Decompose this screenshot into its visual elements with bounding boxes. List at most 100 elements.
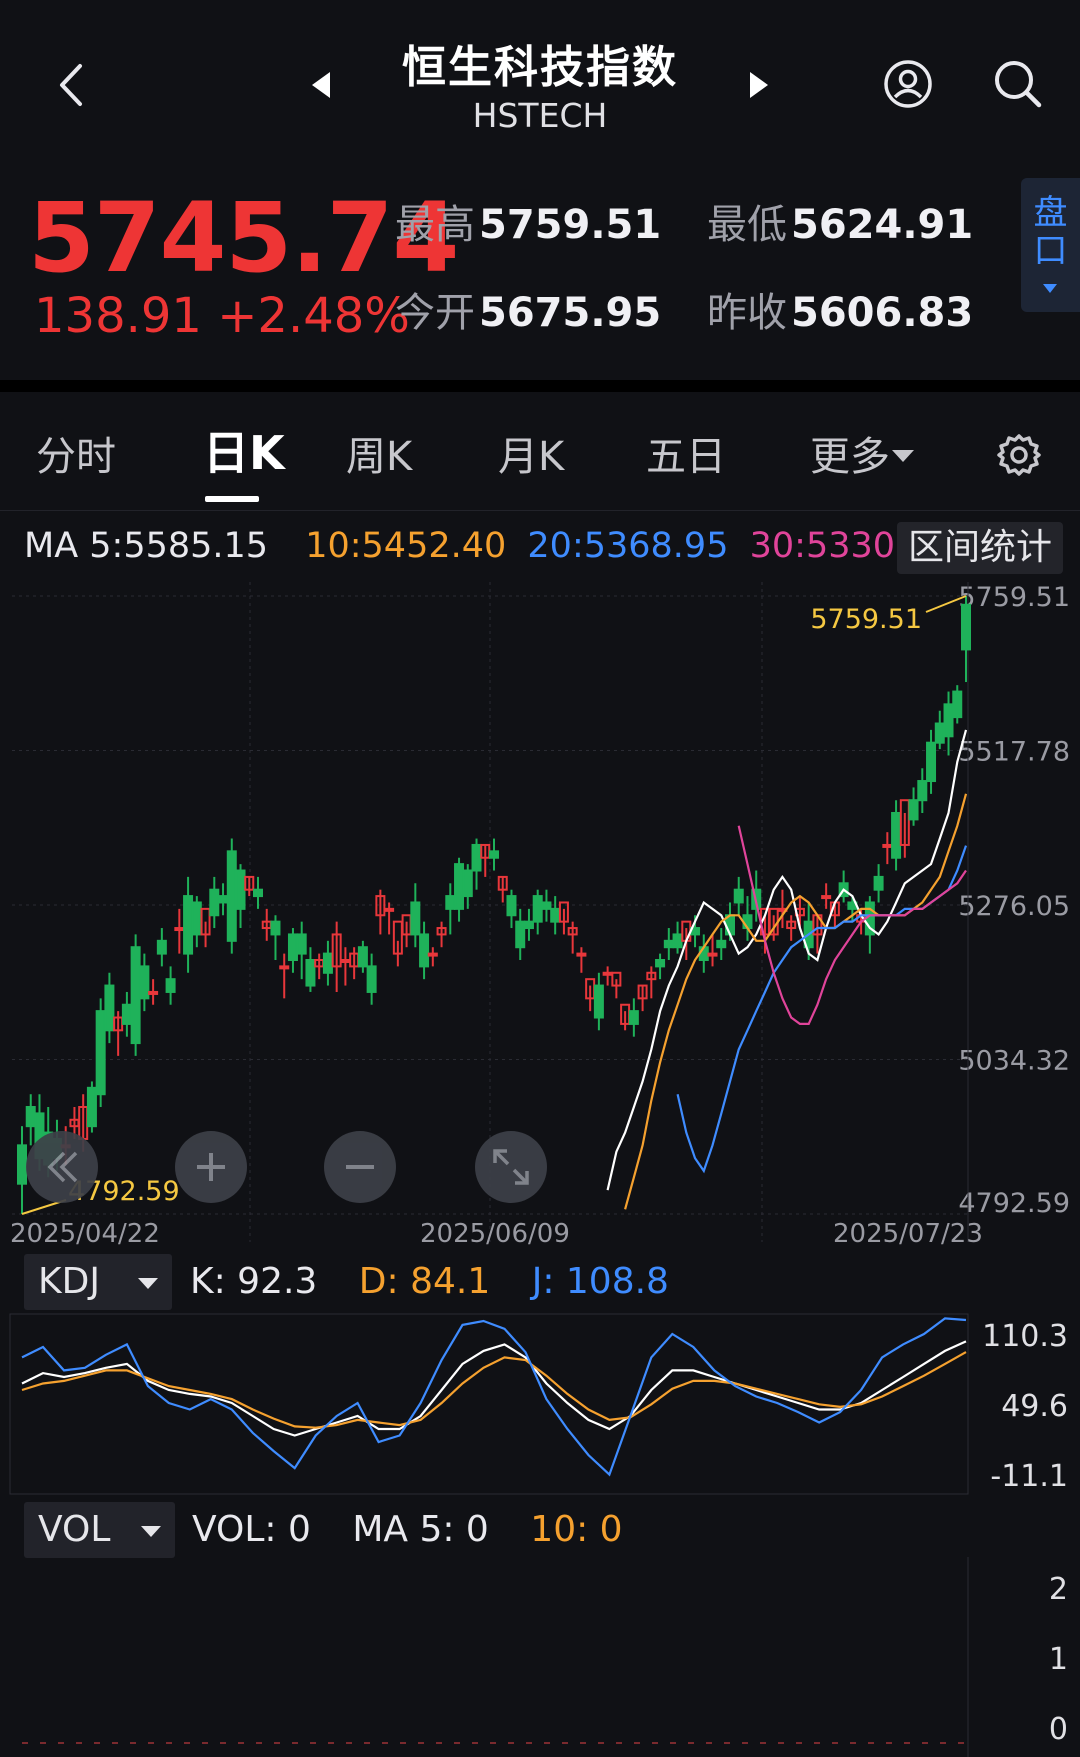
candle-body: [357, 946, 368, 968]
candle-body: [156, 939, 167, 955]
candle-body: [943, 703, 954, 738]
order-book-label-2: 口: [1033, 231, 1068, 271]
vol-ma5-value: MA 5: 0: [352, 1509, 489, 1550]
vol-y-tick: 2: [1049, 1572, 1068, 1607]
back-arrow-icon[interactable]: [52, 60, 92, 110]
fullscreen-button[interactable]: [475, 1131, 547, 1203]
kdj-indicator-selector[interactable]: KDJ: [24, 1254, 172, 1310]
candle-body: [471, 843, 482, 872]
low-stat: 最低 5624.91: [707, 200, 973, 250]
price-change: 138.91 +2.48%: [34, 288, 410, 344]
candle-body: [716, 939, 727, 949]
order-book-label-1: 盘: [1033, 193, 1068, 233]
kdj-chart[interactable]: 110.3 49.6 -11.1: [0, 1310, 1080, 1495]
tab-monthly-k[interactable]: 月K: [498, 432, 564, 482]
x-date-label: 2025/06/09: [420, 1219, 570, 1249]
candle-body: [515, 920, 526, 949]
candle-body: [427, 952, 438, 957]
candle-body: [384, 907, 395, 912]
caret-down-icon: [892, 450, 914, 462]
kdj-line-d: [21, 1351, 967, 1429]
candle-body: [419, 933, 430, 968]
y-tick-label: 5517.78: [958, 737, 1070, 768]
ma10-value: 10:5452.40: [305, 526, 507, 566]
high-stat: 最高 5759.51: [395, 200, 661, 250]
candle-body: [340, 958, 351, 963]
section-divider: [0, 380, 1080, 392]
vol-values: VOL: 0 MA 5: 0 10: 0: [192, 1502, 653, 1558]
zoom-in-button[interactable]: [175, 1131, 247, 1203]
candle-body: [104, 984, 115, 1032]
candle-body: [226, 850, 237, 942]
order-book-toggle[interactable]: 盘 口: [1021, 178, 1080, 312]
plus-icon: [197, 1153, 225, 1181]
tab-five-day[interactable]: 五日: [646, 432, 726, 482]
chevron-down-icon: [1043, 284, 1057, 293]
vol-ma10-value: 10: 0: [530, 1509, 623, 1550]
caret-down-icon: [141, 1526, 161, 1537]
x-date-label: 2025/07/23: [833, 1219, 983, 1249]
candle-body: [489, 850, 499, 859]
open-value: 5675.95: [479, 290, 662, 336]
zoom-out-button[interactable]: [324, 1131, 396, 1203]
scroll-left-button[interactable]: [26, 1131, 98, 1203]
ma-line-ma20: [676, 845, 968, 1174]
prev-close-value: 5606.83: [791, 290, 974, 336]
candle-body: [322, 952, 333, 974]
candle-body: [628, 1010, 639, 1025]
candle-body: [305, 958, 316, 987]
caret-down-icon: [138, 1278, 158, 1289]
period-tabs: 分时 日K 周K 月K 五日 更多: [0, 392, 1080, 511]
tab-more[interactable]: 更多: [810, 432, 914, 482]
vol-indicator-selector[interactable]: VOL: [24, 1502, 175, 1558]
title-block: 恒生科技指数 HSTECH: [340, 40, 740, 136]
expand-icon: [493, 1149, 529, 1185]
gear-icon[interactable]: [996, 432, 1042, 478]
tab-weekly-k[interactable]: 周K: [346, 432, 412, 482]
y-tick-label: 5034.32: [958, 1046, 1070, 1077]
candle-body: [17, 1144, 27, 1185]
candle-body: [279, 965, 290, 970]
candle-body: [174, 927, 185, 932]
candle-body: [270, 920, 281, 936]
candle-body: [253, 888, 263, 898]
candle-body: [296, 933, 307, 955]
candle-body: [366, 965, 377, 993]
tab-daily-k[interactable]: 日K: [203, 428, 285, 478]
candle-body: [86, 1086, 97, 1128]
candle-body: [532, 895, 543, 923]
kdj-y-tick: -11.1: [990, 1459, 1068, 1494]
next-index-icon[interactable]: [748, 70, 770, 100]
active-tab-indicator: [205, 496, 259, 502]
ma5-value: MA 5:5585.15: [24, 526, 269, 566]
user-icon[interactable]: [882, 58, 934, 110]
previous-index-icon[interactable]: [310, 70, 332, 100]
open-stat: 今开 5675.95: [395, 288, 661, 338]
kdj-values: K: 92.3 D: 84.1 J: 108.8: [190, 1254, 699, 1310]
tab-more-label: 更多: [810, 434, 890, 480]
y-tick-label: 5276.05: [958, 891, 1070, 922]
candle-body: [541, 901, 552, 910]
kdj-indicator-name: KDJ: [38, 1261, 100, 1302]
candle-body: [445, 895, 456, 910]
app-header: 恒生科技指数 HSTECH: [0, 0, 1080, 170]
minus-icon: [346, 1165, 374, 1169]
tab-intraday[interactable]: 分时: [36, 432, 116, 482]
vol-indicator-name: VOL: [38, 1509, 111, 1550]
search-icon[interactable]: [992, 58, 1044, 110]
last-price: 5745.74: [28, 182, 459, 294]
range-stats-button[interactable]: 区间统计: [897, 522, 1063, 574]
ma-legend: MA 5:5585.15 10:5452.40 20:5368.95 30:53…: [24, 522, 961, 570]
candle-body: [602, 971, 613, 976]
volume-chart[interactable]: 2 1 0: [0, 1557, 1080, 1757]
candle-body: [218, 895, 229, 904]
candle-body: [25, 1106, 36, 1128]
candle-body: [454, 863, 465, 910]
kdj-y-tick: 110.3: [982, 1319, 1068, 1354]
candle-body: [130, 946, 141, 1045]
candle-body: [917, 780, 928, 802]
candle-body: [209, 888, 220, 917]
candle-body: [733, 888, 744, 904]
candle-body: [183, 895, 194, 955]
prev-close-stat: 昨收 5606.83: [707, 288, 973, 338]
